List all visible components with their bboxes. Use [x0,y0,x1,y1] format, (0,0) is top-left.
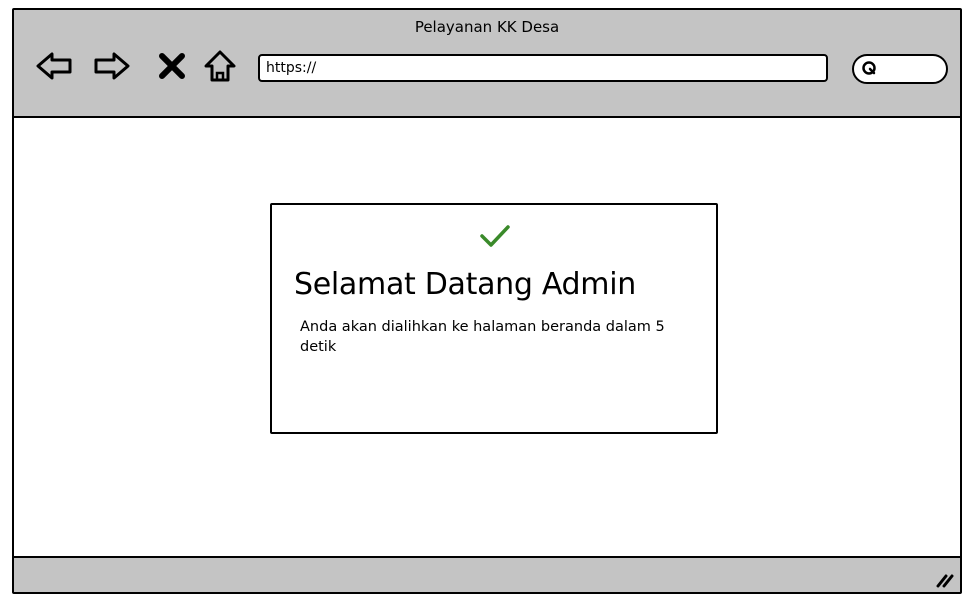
forward-arrow-icon[interactable] [92,46,132,86]
page-content: Selamat Datang Admin Anda akan dialihkan… [14,118,960,558]
search-input[interactable] [852,54,948,84]
status-bar [14,556,960,592]
resize-grip-icon[interactable] [932,570,954,588]
welcome-heading: Selamat Datang Admin [294,267,636,302]
address-bar-input[interactable]: https:// [258,54,828,82]
window-title: Pelayanan KK Desa [414,18,560,36]
home-icon[interactable] [200,46,240,86]
checkmark-icon [480,225,510,247]
browser-toolbar: Pelayanan KK Desa https:// [14,10,960,118]
welcome-dialog: Selamat Datang Admin Anda akan dialihkan… [270,203,718,434]
search-icon [862,61,876,75]
close-x-icon[interactable] [152,46,192,86]
redirect-message: Anda akan dialihkan ke halaman beranda d… [300,319,665,355]
browser-window: Pelayanan KK Desa https:// Selamat Datan… [12,8,962,594]
back-arrow-icon[interactable] [34,46,74,86]
